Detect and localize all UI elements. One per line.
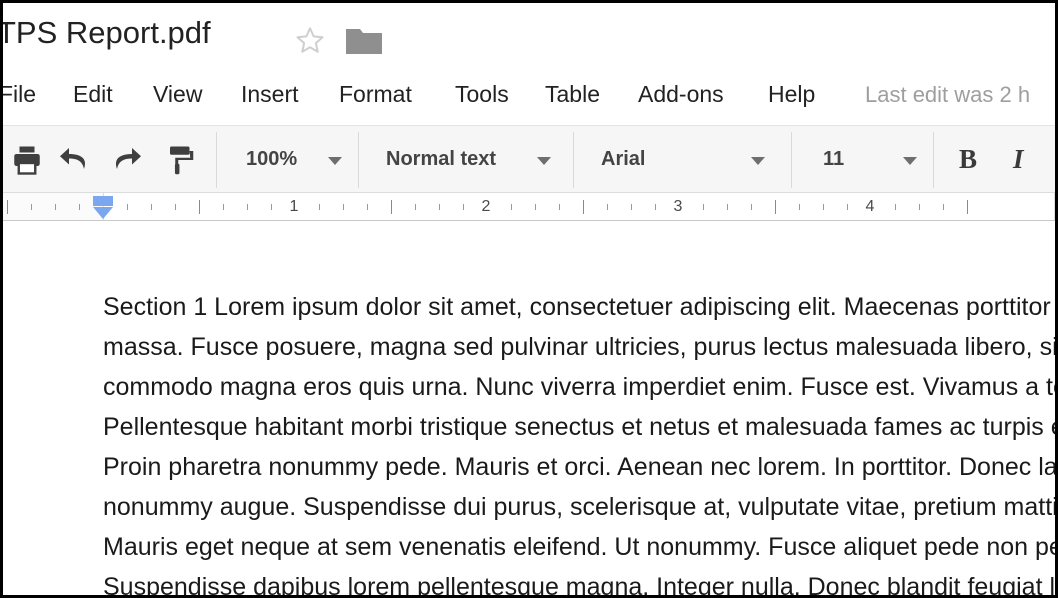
ruler-number: 1: [289, 198, 299, 215]
ruler-tick-major: [391, 200, 392, 214]
redo-icon[interactable]: [108, 142, 144, 178]
ruler-tick-minor: [415, 204, 416, 210]
paragraph-style-value[interactable]: Normal text: [386, 148, 496, 171]
menu-item-format[interactable]: Format: [339, 81, 412, 108]
font-size-value[interactable]: 11: [823, 148, 844, 171]
ruler-number: 3: [673, 198, 683, 215]
toolbar-separator: [216, 132, 217, 188]
ruler-tick-minor: [607, 204, 608, 210]
toolbar-separator: [358, 132, 359, 188]
menu-item-add-ons[interactable]: Add-ons: [638, 81, 724, 108]
ruler-page-area: [103, 193, 1055, 220]
ruler-tick-minor: [535, 204, 536, 210]
document-line: commodo magna eros quis urna. Nunc viver…: [103, 373, 1055, 401]
document-line: Section 1 Lorem ipsum dolor sit amet, co…: [103, 293, 1055, 321]
toolbar-separator: [933, 132, 934, 188]
ruler-tick-minor: [463, 204, 464, 210]
document-line: massa. Fusce posuere, magna sed pulvinar…: [103, 333, 1055, 361]
chevron-down-icon[interactable]: [328, 157, 342, 165]
zoom-value[interactable]: 100%: [246, 148, 297, 171]
ruler-tick-minor: [943, 204, 944, 210]
document-line: Mauris eget neque at sem venenatis eleif…: [103, 533, 1055, 561]
menu-item-tools[interactable]: Tools: [455, 81, 509, 108]
bold-button[interactable]: B: [959, 144, 977, 175]
chevron-down-icon[interactable]: [903, 157, 917, 165]
ruler-tick-major: [583, 200, 584, 214]
document-page[interactable]: Section 1 Lorem ipsum dolor sit amet, co…: [3, 221, 1055, 595]
ruler-tick-minor: [823, 204, 824, 210]
menu-item-table[interactable]: Table: [545, 81, 600, 108]
ruler-tick-minor: [319, 204, 320, 210]
ruler-tick-major: [967, 200, 968, 214]
page-title[interactable]: TPS Report.pdf: [3, 15, 211, 51]
folder-icon[interactable]: [346, 27, 382, 54]
left-indent-marker[interactable]: [90, 195, 116, 220]
document-line: Pellentesque habitant morbi tristique se…: [103, 413, 1055, 441]
document-line: Proin pharetra nonummy pede. Mauris et o…: [103, 453, 1055, 481]
ruler-tick-minor: [271, 204, 272, 210]
ruler-tick-minor: [439, 204, 440, 210]
ruler-tick-minor: [175, 204, 176, 210]
ruler-tick-minor: [31, 204, 32, 210]
font-family-value[interactable]: Arial: [601, 148, 645, 171]
ruler-tick-major: [199, 200, 200, 214]
ruler-number: 4: [865, 198, 875, 215]
ruler-tick-minor: [751, 204, 752, 210]
ruler-tick-minor: [127, 204, 128, 210]
ruler-tick-minor: [367, 204, 368, 210]
ruler-tick-minor: [247, 204, 248, 210]
ruler-tick-major: [7, 200, 8, 214]
title-bar: TPS Report.pdf: [3, 3, 1055, 69]
ruler-tick-minor: [511, 204, 512, 210]
menu-item-edit[interactable]: Edit: [73, 81, 113, 108]
star-outline-icon[interactable]: [295, 25, 325, 55]
ruler-tick-minor: [559, 204, 560, 210]
ruler-number: 2: [481, 198, 491, 215]
menu-item-view[interactable]: View: [153, 81, 202, 108]
ruler-tick-minor: [151, 204, 152, 210]
toolbar-separator: [573, 132, 574, 188]
menu-item-help[interactable]: Help: [768, 81, 815, 108]
chevron-down-icon[interactable]: [537, 157, 551, 165]
ruler-tick-minor: [343, 204, 344, 210]
ruler-tick-minor: [655, 204, 656, 210]
toolbar-separator: [791, 132, 792, 188]
ruler-tick-minor: [79, 204, 80, 210]
ruler-tick-minor: [55, 204, 56, 210]
document-line: Suspendisse dapibus lorem pellentesque m…: [103, 573, 1055, 595]
ruler-tick-minor: [847, 204, 848, 210]
ruler-tick-minor: [631, 204, 632, 210]
undo-icon[interactable]: [57, 142, 93, 178]
ruler-tick-minor: [223, 204, 224, 210]
ruler-tick-minor: [703, 204, 704, 210]
ruler-tick-minor: [919, 204, 920, 210]
document-line: nonummy augue. Suspendisse dui purus, sc…: [103, 493, 1055, 521]
ruler-tick-minor: [799, 204, 800, 210]
ruler-tick-major: [775, 200, 776, 214]
chevron-down-icon[interactable]: [751, 157, 765, 165]
document-text-body[interactable]: Section 1 Lorem ipsum dolor sit amet, co…: [103, 287, 1055, 595]
ruler-tick-minor: [727, 204, 728, 210]
document-scroll-area[interactable]: Section 1 Lorem ipsum dolor sit amet, co…: [3, 221, 1055, 595]
print-icon[interactable]: [9, 142, 45, 178]
paint-roller-icon[interactable]: [161, 142, 197, 178]
ruler-tick-minor: [895, 204, 896, 210]
menu-item-file[interactable]: File: [3, 81, 36, 108]
last-edit-status[interactable]: Last edit was 2 h: [865, 82, 1030, 108]
ruler[interactable]: 1 2 3 4: [3, 193, 1055, 221]
italic-button[interactable]: I: [1013, 144, 1024, 175]
document-editor-window: TPS Report.pdf File Edit View Insert For…: [0, 0, 1058, 598]
toolbar: 100% Normal text Arial 11 B I: [3, 125, 1055, 193]
menu-item-insert[interactable]: Insert: [241, 81, 299, 108]
menu-bar: File Edit View Insert Format Tools Table…: [3, 69, 1055, 119]
